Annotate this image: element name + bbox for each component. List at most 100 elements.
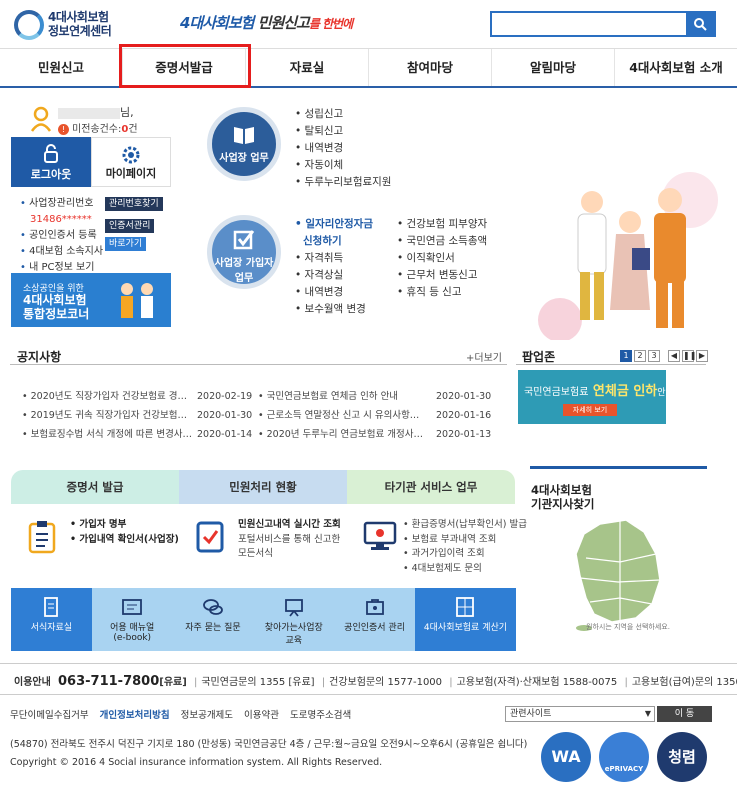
nav-item-complaint[interactable]: 민원신고	[0, 49, 123, 86]
quick-faq[interactable]: 자주 묻는 질문	[172, 588, 254, 651]
notice-item[interactable]: 2019년도 귀속 직장가입자 건강보험…	[22, 406, 192, 425]
service-past-history[interactable]: 과거가입이력 조회	[403, 547, 527, 562]
quick-manual[interactable]: 어용 매뉴얼 (e-book)	[91, 588, 173, 651]
search-input[interactable]	[492, 13, 684, 35]
korea-map[interactable]	[560, 518, 680, 633]
tab-complaint-status[interactable]: 민원처리 현황	[179, 470, 347, 504]
popup-detail-button[interactable]: 자세히 보기	[563, 404, 617, 416]
notice-date: 2020-01-30	[197, 410, 253, 421]
highlight-box	[119, 44, 251, 88]
task-pension-income[interactable]: 국민연금 소득총액	[397, 233, 488, 250]
task-change[interactable]: 내역변경	[295, 140, 391, 157]
notice-item[interactable]: 2020년도 직장가입자 건강보험료 경…	[22, 387, 192, 406]
service-premium-history[interactable]: 보험료 부과내역 조회	[403, 533, 527, 548]
nav-item-notice[interactable]: 알림마당	[492, 49, 615, 86]
service-enrollment-confirm[interactable]: 가입내역 확인서(사업장)	[70, 533, 178, 548]
main-nav: 민원신고 증명서발급 자료실 참여마당 알림마당 4대사회보험 소개	[0, 48, 737, 88]
task-leave[interactable]: 휴직 등 신고	[397, 284, 487, 301]
task-member-change[interactable]: 내역변경	[295, 284, 373, 301]
branch-go-button[interactable]: 바로가기	[105, 237, 147, 251]
member-business-circle[interactable]: 사업장 가입자 업무	[207, 215, 281, 289]
notice-item[interactable]: 근로소득 연말정산 신고 시 유의사항…	[258, 406, 423, 425]
nav-item-participation[interactable]: 참여마당	[369, 49, 492, 86]
search-icon	[694, 18, 707, 31]
notice-item[interactable]: 보험료징수법 서식 개정에 따른 변경사…	[22, 425, 192, 444]
quick-education[interactable]: 찾아가는사업장 교육	[253, 588, 335, 651]
eprivacy-badge[interactable]: ePRIVACY	[599, 732, 649, 782]
clipboard-icon	[28, 521, 56, 554]
popup-page-2[interactable]: 2	[634, 350, 646, 362]
footer-link-disclosure[interactable]: 정보공개제도	[181, 707, 233, 721]
notice-date: 2020-01-30	[436, 391, 492, 402]
notice-date: 2020-01-13	[436, 429, 492, 440]
task-autopay[interactable]: 자동이체	[295, 157, 391, 174]
task-job-stability-apply[interactable]: 신청하기	[295, 233, 373, 250]
circle2-label-1: 사업장 가입자	[214, 258, 274, 269]
site-logo[interactable]: 4대사회보험 정보연계센터	[48, 10, 112, 38]
task-withdraw[interactable]: 탈퇴신고	[295, 123, 391, 140]
quick-certificate[interactable]: 공인인증서 관리	[334, 588, 415, 651]
quick-calculator[interactable]: 4대사회보험료 계산기	[414, 588, 516, 651]
footer-link-address[interactable]: 도로명주소검색	[290, 707, 351, 721]
task-job-stability[interactable]: 일자리안정자금	[295, 216, 373, 233]
footer-divider-2	[0, 694, 737, 695]
service-inquiry[interactable]: 4대보험제도 문의	[403, 562, 527, 577]
task-establish[interactable]: 성립신고	[295, 106, 391, 123]
notice-item[interactable]: 2020년 두루누리 연금보험료 개정사…	[258, 425, 423, 444]
related-site-select[interactable]: 관련사이트 ▼	[505, 706, 655, 722]
user-info-list: 사업장관리번호 31486****** 공인인증서 등록 4대보험 소속지사 내…	[20, 196, 103, 276]
popup-banner[interactable]: 국민연금보험료 연체금 인하안내 자세히 보기	[518, 370, 674, 424]
notice-more-link[interactable]: +더보기	[466, 349, 502, 364]
footer-link-terms[interactable]: 이용약관	[244, 707, 279, 721]
book-icon	[234, 127, 254, 144]
small-business-banner[interactable]: 소상공인을 위한 4대사회보험 통합정보코너	[11, 273, 171, 327]
footer-link-privacy[interactable]: 개인정보처리방침	[100, 707, 170, 721]
go-button[interactable]: 이 동	[657, 706, 712, 722]
popup-controls: 1 2 3 ◀ ❚❚ ▶	[620, 350, 708, 362]
notice-date: 2020-01-14	[197, 429, 253, 440]
service-refund-cert[interactable]: 환급증명서(납부확인서) 발급	[403, 518, 527, 533]
task-acquire[interactable]: 자격취득	[295, 250, 373, 267]
nav-item-about[interactable]: 4대사회보험 소개	[615, 49, 737, 86]
search-button[interactable]	[686, 13, 714, 35]
pause-icon[interactable]: ❚❚	[682, 350, 696, 362]
chevron-down-icon: ▼	[644, 709, 651, 718]
quick-forms[interactable]: 서식자료실	[11, 588, 92, 651]
task-lose[interactable]: 자격상실	[295, 267, 373, 284]
cert-manage-button[interactable]: 인증서관리	[105, 219, 155, 233]
popup-title: 팝업존	[522, 350, 556, 364]
footer-link-email[interactable]: 무단이메일수집거부	[10, 707, 89, 721]
realtime-lookup[interactable]: 민원신고내역 실시간 조회	[238, 518, 341, 533]
circle1-label: 사업장 업무	[219, 153, 269, 164]
faq-icon	[203, 599, 223, 615]
popup-page-3[interactable]: 3	[648, 350, 660, 362]
map-hint: 원하시는 지역을 선택하세요.	[586, 623, 670, 631]
branch-finder-title: 4대사회보험 기관지사찾기	[531, 483, 595, 511]
clean-badge[interactable]: 청렴	[657, 732, 707, 782]
gear-icon	[122, 146, 140, 164]
task-durunuri[interactable]: 두루누리보험료지원	[295, 174, 392, 191]
task-salary-change[interactable]: 보수월액 변경	[295, 301, 373, 318]
task-workplace-change[interactable]: 근무처 변동신고	[397, 267, 487, 284]
slogan-main: 4대사회보험	[180, 14, 254, 32]
logout-button[interactable]: 로그아웃	[11, 137, 91, 187]
find-biz-number-button[interactable]: 관리번호찾기	[105, 197, 163, 211]
notice-item[interactable]: 국민연금보험료 연체금 인하 안내	[258, 387, 423, 406]
prev-icon[interactable]: ◀	[668, 350, 680, 362]
checkbox-icon	[233, 230, 255, 250]
document-icon	[44, 597, 59, 617]
web-accessibility-badge[interactable]: WA	[541, 732, 591, 782]
calculator-icon	[456, 597, 475, 617]
tab-other-agency[interactable]: 타기관 서비스 업무	[347, 470, 515, 504]
next-icon[interactable]: ▶	[696, 350, 708, 362]
task-dependent[interactable]: 건강보험 피부양자	[397, 216, 488, 233]
tab-certificate[interactable]: 증명서 발급	[11, 470, 179, 504]
mypage-button[interactable]: 마이페이지	[91, 137, 171, 187]
member-task-list-b: 건강보험 피부양자 국민연금 소득총액 이직확인서 근무처 변동신고 휴직 등 …	[397, 216, 488, 301]
task-separation[interactable]: 이직확인서	[397, 250, 487, 267]
popup-page-1[interactable]: 1	[620, 350, 632, 362]
nav-item-library[interactable]: 자료실	[246, 49, 369, 86]
service-member-list[interactable]: 가입자 명부	[70, 518, 179, 533]
logo-icon[interactable]	[14, 10, 44, 40]
workplace-business-circle[interactable]: 사업장 업무	[207, 107, 281, 181]
